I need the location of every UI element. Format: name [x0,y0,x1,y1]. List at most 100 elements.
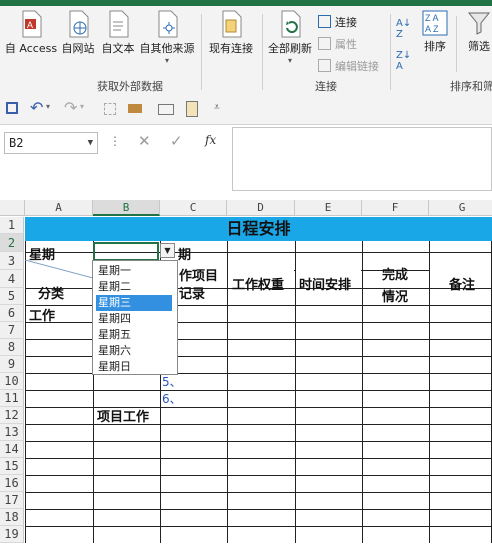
grid-hline [25,441,491,442]
row-header-9[interactable]: 9 [0,356,24,373]
row-header-3[interactable]: 3 [0,252,24,270]
cell-f4[interactable]: 情况 [382,286,408,305]
row-header-6[interactable]: 6 [0,305,24,322]
select-all-corner[interactable] [0,200,25,216]
cell-d3[interactable]: 工作权重 [232,274,284,293]
row-header-5[interactable]: 5 [0,288,24,305]
dropdown-option[interactable]: 星期六 [96,343,172,359]
from-web-button[interactable]: 自网站 [58,10,98,56]
dropdown-arrow-icon[interactable]: ▼ [160,243,175,258]
enter-check-icon[interactable]: ✓ [170,132,183,150]
row-header-2[interactable]: 2 [0,234,24,252]
chevron-down-icon[interactable]: ▼ [88,133,93,153]
cell-f3[interactable]: 完成 [382,264,408,283]
cell-a4[interactable]: 分类 [38,283,64,302]
name-box-value: B2 [9,136,24,150]
save-icon[interactable] [6,102,18,114]
cell-b11[interactable]: 项目工作 [97,406,149,425]
undo-icon[interactable]: ↶ [30,98,43,117]
grid-hline [25,458,491,459]
row-header-14[interactable]: 14 [0,441,24,458]
dropdown-option[interactable]: 星期二 [96,279,172,295]
from-other-sources-button[interactable]: 自其他来源 ▾ [137,10,197,65]
cell-c9[interactable]: 5、 [162,373,182,390]
cell-c3[interactable]: 作项目 [179,265,218,284]
row-header-16[interactable]: 16 [0,475,24,492]
merged-cell-mask [228,270,294,271]
sort-descending-icon[interactable]: Z↓ A [396,50,411,72]
table-icon[interactable] [128,104,142,113]
dropdown-option[interactable]: 星期一 [96,263,172,279]
cancel-icon[interactable]: ✕ [138,132,151,150]
access-icon: A [22,10,42,38]
validation-dropdown-list[interactable]: 星期一 星期二 星期三 星期四 星期五 星期六 星期日 [92,260,178,375]
row-header-18[interactable]: 18 [0,509,24,526]
row-header-8[interactable]: 8 [0,339,24,356]
column-header-d[interactable]: D [227,200,295,216]
column-header-g[interactable]: G [429,200,492,216]
properties-button[interactable]: 属性 [318,36,357,52]
format-painter-icon[interactable] [104,103,116,115]
dropdown-option[interactable]: 星期日 [96,359,172,375]
formula-input[interactable] [232,127,492,191]
active-cell-b2[interactable] [93,242,159,261]
schedule-title: 日程安排 [226,219,291,238]
cell-g3[interactable]: 备注 [449,274,475,293]
column-header-a[interactable]: A [25,200,93,216]
ribbon: A 自 Access 自网站 自文本 自其他来源 ▾ 现有连接 获取外部数据 全 [0,6,492,95]
cell-c10[interactable]: 6、 [162,390,182,407]
existing-connections-button[interactable]: 现有连接 [204,10,258,56]
sort-ascending-icon[interactable]: A↓ Z [396,18,411,40]
sort-button[interactable]: Z A A Z 排序 [418,10,452,54]
row-header-10[interactable]: 10 [0,373,24,390]
filter-button[interactable]: 筛选 [462,10,492,54]
grid-vline [429,241,430,543]
customize-qat-icon[interactable]: ⩡ [214,102,220,113]
chevron-down-icon[interactable]: ▾ [46,102,50,111]
row-header-1[interactable]: 1 [0,217,24,234]
row-header-7[interactable]: 7 [0,322,24,339]
row-header-4[interactable]: 4 [0,270,24,288]
row-header-19[interactable]: 19 [0,526,24,543]
name-box[interactable]: B2 ▼ [4,132,98,154]
row-header-11[interactable]: 11 [0,390,24,407]
svg-text:A: A [27,20,33,30]
dropdown-option[interactable]: 星期四 [96,311,172,327]
column-header-f[interactable]: F [362,200,429,216]
refresh-all-button[interactable]: 全部刷新 ▾ [264,10,316,65]
from-text-label: 自文本 [101,42,135,55]
document-icon[interactable] [186,101,198,117]
svg-text:A Z: A Z [425,24,439,34]
cell-c4[interactable]: 记录 [179,283,205,302]
cell-a5[interactable]: 工作 [29,305,55,324]
connections-button[interactable]: 连接 [318,14,357,30]
cell-c2[interactable]: 期 [178,244,191,263]
column-header-c[interactable]: C [160,200,227,216]
from-access-button[interactable]: A 自 Access [4,10,58,56]
properties-icon [318,37,331,50]
from-other-sources-label: 自其他来源 [139,42,195,55]
row-header-15[interactable]: 15 [0,458,24,475]
from-text-button[interactable]: 自文本 [98,10,138,56]
chevron-down-icon: ▾ [164,56,169,65]
row-header-12[interactable]: 12 [0,407,24,424]
properties-label: 属性 [335,38,357,51]
edit-links-button[interactable]: 编辑链接 [318,58,379,74]
group-label-external-data: 获取外部数据 [97,80,163,93]
insert-function-icon[interactable]: fx [205,133,216,147]
row-header-17[interactable]: 17 [0,492,24,509]
redo-icon[interactable]: ↷ [64,98,77,117]
worksheet-grid[interactable]: A B C D E F G 1 2 3 4 5 6 7 8 9 10 11 12 13 14 15 16 17 1… [0,200,492,550]
merged-cell-mask [430,270,491,271]
row-header-13[interactable]: 13 [0,424,24,441]
cell-e3[interactable]: 时间安排 [299,274,351,293]
dropdown-option[interactable]: 星期三 [96,295,172,311]
header-diagonal-line [25,260,93,278]
dropdown-option[interactable]: 星期五 [96,327,172,343]
column-header-e[interactable]: E [295,200,362,216]
column-header-b[interactable]: B [93,200,160,216]
grid-hline [25,509,491,510]
chevron-down-icon[interactable]: ▾ [80,102,84,111]
form-icon[interactable] [158,104,174,115]
grid-hline [25,475,491,476]
